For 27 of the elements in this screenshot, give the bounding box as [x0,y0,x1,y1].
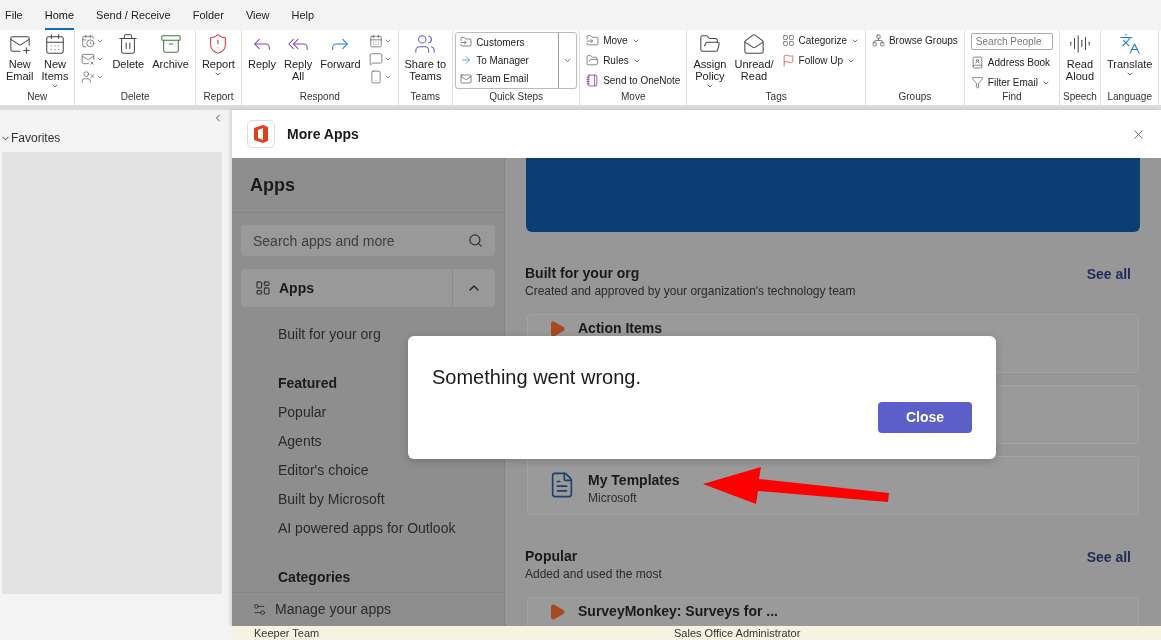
group-label: Tags [764,91,788,104]
group-label: Teams [409,91,442,104]
list-item: Sales Office Administrator [674,627,801,639]
group-label: Delete [119,91,151,104]
group-label: Quick Steps [488,91,545,104]
group-label: Groups [897,91,933,104]
group-label: Report [202,91,235,104]
group-label: New [26,91,49,104]
section-title: Built for your org [525,264,641,282]
group-label: Find [1001,91,1023,104]
app-publisher: Microsoft [588,490,638,507]
nav-heading: Categories [278,567,351,586]
section-subtitle: Created and approved by your organization's technology team [525,283,856,300]
error-message: Something went wrong. [432,365,641,390]
group-label: Move [620,91,647,104]
app-title: My Templates [588,471,680,489]
group-label: Language [1106,91,1153,104]
nav-title: Apps [250,173,295,197]
section-title: Popular [525,547,579,565]
nav-heading: Featured [278,373,338,392]
panel-title: More Apps [287,124,359,144]
app-title: Action Items [578,319,662,337]
group-label: Speech [1061,91,1098,104]
section-subtitle: Added and used the most [525,566,662,583]
app-title: SurveyMonkey: Surveys for ... [578,602,778,620]
list-item: Keeper Team [254,627,321,639]
group-label: Respond [298,91,341,104]
